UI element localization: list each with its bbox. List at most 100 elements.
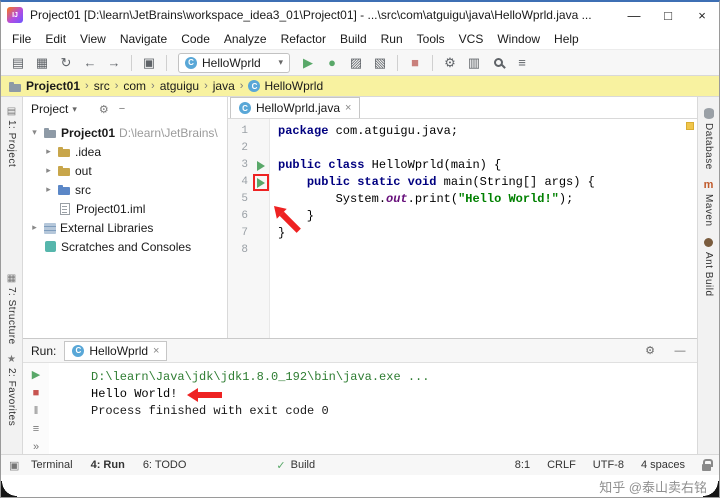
menu-view[interactable]: View xyxy=(73,32,113,46)
statusbar-widget-utf-8[interactable]: UTF-8 xyxy=(593,459,624,471)
run-button[interactable]: ▶ xyxy=(297,52,319,74)
chevron-down-icon: ▾ xyxy=(72,103,77,114)
watermark-text: 知乎 @泰山卖右铭 xyxy=(599,479,707,495)
run-gutter-icon[interactable] xyxy=(255,159,267,172)
project-structure-icon[interactable]: ▥ xyxy=(463,52,485,74)
editor-tab-hellowprld[interactable]: C HelloWprld.java × xyxy=(230,97,361,118)
console-line-2: Hello World! xyxy=(91,386,697,403)
run-console[interactable]: D:\learn\Java\jdk\jdk1.8.0_192\bin\java.… xyxy=(49,363,697,454)
gear-icon[interactable]: ⚙ xyxy=(641,343,659,358)
menu-navigate[interactable]: Navigate xyxy=(113,32,174,46)
build-icon: ✓ xyxy=(276,459,286,472)
menu-tools[interactable]: Tools xyxy=(410,32,452,46)
save-all-icon[interactable]: ▦ xyxy=(31,52,53,74)
tree-row-out[interactable]: ▸ out xyxy=(23,161,227,180)
run-gutter-icon[interactable] xyxy=(252,174,269,191)
hide-panel-icon[interactable]: — xyxy=(671,343,689,358)
statusbar-tab-terminal[interactable]: Terminal xyxy=(31,459,73,471)
editor-tab-label: HelloWprld.java xyxy=(256,101,341,115)
menu-build[interactable]: Build xyxy=(333,32,374,46)
expand-icon[interactable]: » xyxy=(27,439,45,454)
chevron-icon[interactable]: ▸ xyxy=(43,184,54,195)
editor-config-icon[interactable]: ▣ xyxy=(138,52,160,74)
stop-icon[interactable]: ■ xyxy=(27,385,45,400)
toolwindow-database[interactable]: Database xyxy=(702,107,715,170)
menu-help[interactable]: Help xyxy=(547,32,586,46)
tree-row-idea[interactable]: ▸ .idea xyxy=(23,142,227,161)
tree-row-scratches-and-consoles[interactable]: Scratches and Consoles xyxy=(23,237,227,256)
menu-refactor[interactable]: Refactor xyxy=(274,32,333,46)
project-view-select[interactable]: Project xyxy=(31,102,68,116)
line-number: 8 xyxy=(241,244,248,256)
profiler-button[interactable]: ▧ xyxy=(369,52,391,74)
line-number: 2 xyxy=(241,142,248,154)
statusbar-widget-4-spaces[interactable]: 4 spaces xyxy=(641,459,685,471)
breadcrumb-item-hellowprld[interactable]: C HelloWprld xyxy=(248,79,323,93)
toolwindow-switcher-icon[interactable]: ▣ xyxy=(9,459,25,472)
run-config-select[interactable]: C HelloWprld ▾ xyxy=(178,52,290,73)
line-number: 3 xyxy=(241,159,248,171)
menu-window[interactable]: Window xyxy=(490,32,547,46)
tree-row-project01[interactable]: ▾ Project01 D:\learn\JetBrains\ xyxy=(23,123,227,142)
chevron-icon[interactable]: ▾ xyxy=(29,127,40,138)
open-icon[interactable]: ▤ xyxy=(7,52,29,74)
forward-icon[interactable]: → xyxy=(103,52,125,74)
close-tab-icon[interactable]: × xyxy=(345,102,351,114)
close-button[interactable]: × xyxy=(685,2,719,28)
back-icon[interactable]: ← xyxy=(79,52,101,74)
statusbar-widget-8-1[interactable]: 8:1 xyxy=(515,459,530,471)
menu-run[interactable]: Run xyxy=(374,32,410,46)
statusbar-widget-crlf[interactable]: CRLF xyxy=(547,459,576,471)
file-icon xyxy=(60,202,70,215)
toolwindow-maven[interactable]: m Maven xyxy=(702,179,715,226)
statusbar-tab-6-todo[interactable]: 6: TODO xyxy=(143,459,187,471)
tool-windows-icon[interactable]: ≡ xyxy=(511,52,533,74)
toolwindow-antbuild[interactable]: Ant Build xyxy=(702,236,715,297)
editor[interactable]: 1 2 3 4 5 6 7 8 package com.atguigu.java; public… xyxy=(228,119,697,338)
toolbar-separator xyxy=(397,54,398,71)
toolwindow-project[interactable]: ▤ 1: Project xyxy=(6,107,17,168)
collapse-all-icon[interactable]: − xyxy=(119,103,125,116)
close-tab-icon[interactable]: × xyxy=(153,345,159,357)
menu-code[interactable]: Code xyxy=(174,32,217,46)
statusbar-tab-4-run[interactable]: 4: Run xyxy=(91,459,125,471)
toolwindow-structure[interactable]: ▦ 7: Structure xyxy=(6,274,17,345)
tree-row-external-libraries[interactable]: ▸ External Libraries xyxy=(23,218,227,237)
corner-decoration xyxy=(1,481,17,497)
tree-row-project01-iml[interactable]: Project01.iml xyxy=(23,199,227,218)
code-line-1: package com.atguigu.java; xyxy=(278,124,459,138)
coverage-button[interactable]: ▨ xyxy=(345,52,367,74)
menu-file[interactable]: File xyxy=(5,32,38,46)
breadcrumb-item-atguigu[interactable]: atguigu xyxy=(160,79,199,93)
editor-tabbar: C HelloWprld.java × xyxy=(228,97,697,119)
wrench-icon[interactable]: ⚙ xyxy=(439,52,461,74)
lock-icon[interactable] xyxy=(702,458,713,471)
sync-icon[interactable]: ↻ xyxy=(55,52,77,74)
toolbar-separator xyxy=(432,54,433,71)
debug-bug-button[interactable]: ● xyxy=(321,52,343,74)
menu-vcs[interactable]: VCS xyxy=(452,32,491,46)
breadcrumb-item-com[interactable]: com xyxy=(123,79,146,93)
chevron-icon[interactable]: ▸ xyxy=(29,222,40,233)
restore-layout-icon[interactable]: ≡ xyxy=(27,421,45,436)
breadcrumb-item-project01[interactable]: Project01 xyxy=(9,79,80,93)
maximize-button[interactable]: □ xyxy=(651,2,685,28)
tree-row-src[interactable]: ▸ src xyxy=(23,180,227,199)
left-stripe-bottom: ▦ 7: Structure ★ 2: Favorites xyxy=(6,264,17,426)
toolwindow-antbuild-icon xyxy=(704,238,713,248)
breadcrumb-item-src[interactable]: src xyxy=(94,79,110,93)
breadcrumb-item-java[interactable]: java xyxy=(213,79,235,93)
gear-icon[interactable]: ⚙ xyxy=(99,103,109,116)
stop-button[interactable]: ■ xyxy=(404,52,426,74)
run-tab-hellowprld[interactable]: C HelloWprld × xyxy=(64,340,168,361)
menu-analyze[interactable]: Analyze xyxy=(217,32,274,46)
search-icon[interactable] xyxy=(487,52,509,74)
minimize-button[interactable]: — xyxy=(617,2,651,28)
statusbar: ▣ Terminal 4: Run 6: TODO ✓ Build 8:1 CRLF U… xyxy=(1,454,719,475)
menu-edit[interactable]: Edit xyxy=(38,32,73,46)
toolwindow-favorites[interactable]: ★ 2: Favorites xyxy=(6,354,17,426)
chevron-icon[interactable]: ▸ xyxy=(43,165,54,176)
rerun-icon[interactable]: ▶ xyxy=(27,367,45,382)
pause-icon[interactable]: ‖ xyxy=(27,403,45,418)
chevron-icon[interactable]: ▸ xyxy=(43,146,54,157)
